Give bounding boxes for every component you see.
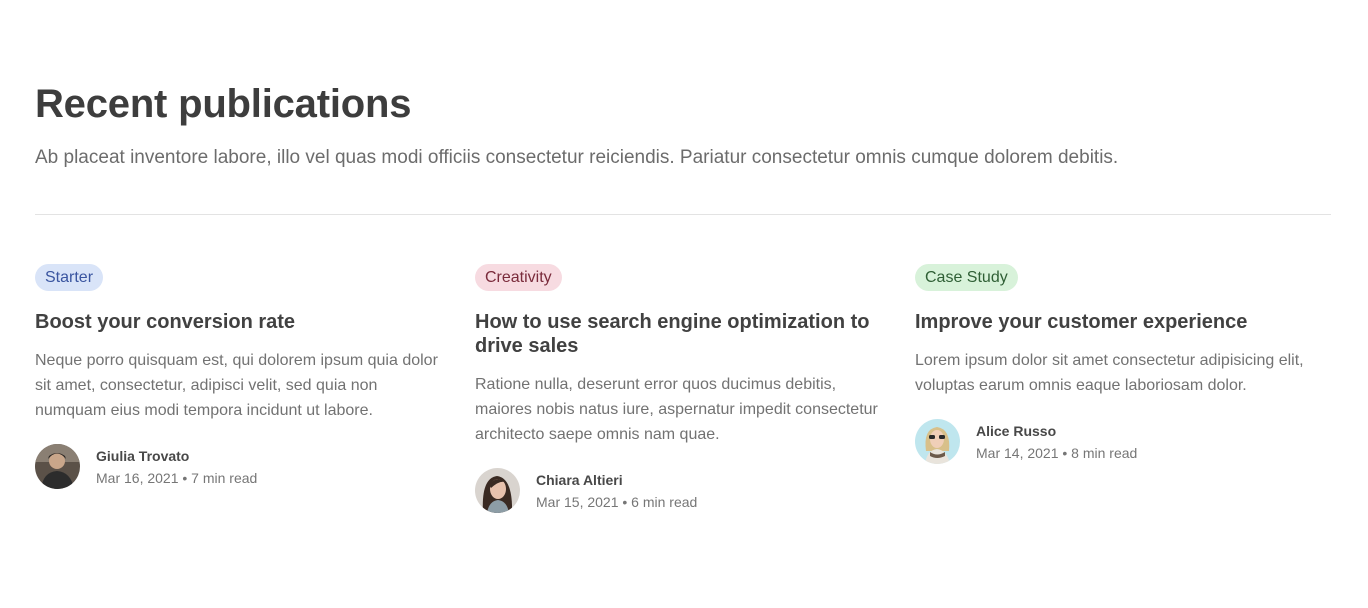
page-title: Recent publications (35, 82, 412, 126)
author-meta: Giulia Trovato Mar 16, 2021 • 7 min read (96, 446, 257, 488)
category-badge[interactable]: Starter (35, 264, 104, 291)
section-divider (35, 214, 1331, 215)
post-excerpt: Ratione nulla, deserunt error quos ducim… (475, 376, 878, 443)
author-meta: Chiara Altieri Mar 15, 2021 • 6 min read (536, 470, 697, 512)
author-name[interactable]: Giulia Trovato (96, 446, 257, 466)
post-title-link[interactable]: How to use search engine optimization to… (475, 310, 885, 358)
page-subtitle: Ab placeat inventore labore, illo vel qu… (35, 147, 1119, 168)
author-name[interactable]: Chiara Altieri (536, 470, 697, 490)
author-row: Alice Russo Mar 14, 2021 • 8 min read (915, 419, 1325, 464)
post-title-link[interactable]: Boost your conversion rate (35, 310, 445, 334)
post-card: Creativity How to use search engine opti… (475, 264, 885, 513)
author-name[interactable]: Alice Russo (976, 421, 1137, 441)
category-badge[interactable]: Creativity (475, 264, 562, 291)
post-date-readtime: Mar 15, 2021 • 6 min read (536, 493, 698, 510)
avatar-photo-icon[interactable] (915, 419, 960, 464)
publications-section: Recent publications Ab placeat inventore… (0, 0, 1368, 608)
post-title-link[interactable]: Improve your customer experience (915, 310, 1325, 334)
author-meta: Alice Russo Mar 14, 2021 • 8 min read (976, 421, 1137, 463)
avatar-photo-icon[interactable] (475, 468, 520, 513)
author-row: Giulia Trovato Mar 16, 2021 • 7 min read (35, 444, 445, 489)
category-badge[interactable]: Case Study (915, 264, 1018, 291)
post-excerpt: Lorem ipsum dolor sit amet consectetur a… (915, 352, 1304, 394)
post-card: Case Study Improve your customer experie… (915, 264, 1325, 464)
post-date-readtime: Mar 14, 2021 • 8 min read (976, 444, 1138, 461)
post-excerpt: Neque porro quisquam est, qui dolorem ip… (35, 352, 438, 419)
author-row: Chiara Altieri Mar 15, 2021 • 6 min read (475, 468, 885, 513)
post-date-readtime: Mar 16, 2021 • 7 min read (96, 469, 258, 486)
avatar-photo-icon[interactable] (35, 444, 80, 489)
post-card: Starter Boost your conversion rate Neque… (35, 264, 445, 489)
